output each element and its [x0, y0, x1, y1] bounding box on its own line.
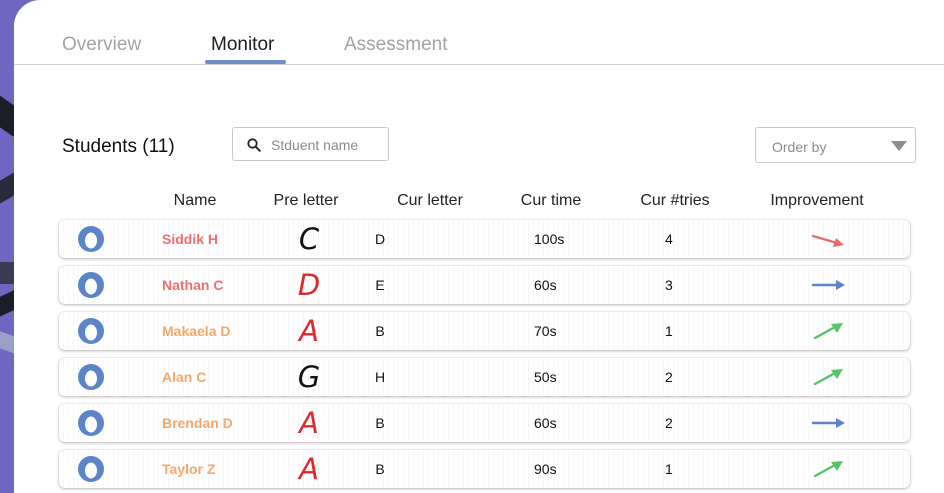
- active-tab-indicator: [205, 60, 286, 64]
- column-header-cur-letter: Cur letter: [397, 192, 463, 209]
- order-by-dropdown[interactable]: Order by: [755, 127, 916, 163]
- column-header-name: Name: [173, 192, 217, 209]
- student-name[interactable]: Alan C: [162, 358, 206, 396]
- student-name[interactable]: Nathan C: [162, 266, 223, 304]
- user-avatar-icon: [78, 364, 104, 390]
- student-row[interactable]: Taylor Z A B 90s 1: [59, 450, 910, 488]
- students-heading: Students (11): [62, 136, 175, 157]
- cur-time: 60s: [534, 415, 557, 431]
- trend-up-arrow-icon: [813, 369, 843, 386]
- user-avatar-icon: [78, 318, 104, 344]
- search-icon: [247, 138, 261, 152]
- column-header-pre-letter: Pre letter: [273, 192, 339, 209]
- order-by-label: Order by: [772, 139, 827, 155]
- tab-assessment[interactable]: Assessment: [344, 34, 447, 56]
- cur-time: 90s: [534, 461, 557, 477]
- cur-letter: B: [375, 323, 385, 339]
- trend-flat-arrow-icon: [811, 418, 845, 428]
- cur-time: 70s: [534, 323, 557, 339]
- cur-letter: H: [374, 369, 386, 385]
- user-avatar-icon: [78, 272, 104, 298]
- cur-tries: 1: [665, 323, 673, 339]
- cur-letter: B: [375, 461, 385, 477]
- pre-letter-handwriting: D: [297, 268, 321, 302]
- column-header-cur-time: Cur time: [520, 192, 582, 209]
- student-name[interactable]: Brendan D: [162, 404, 233, 442]
- cur-letter: E: [375, 277, 385, 293]
- tab-overview[interactable]: Overview: [62, 34, 141, 56]
- cur-letter: B: [375, 415, 385, 431]
- student-name[interactable]: Siddik H: [162, 220, 218, 258]
- cur-tries: 2: [665, 415, 673, 431]
- trend-down-arrow-icon: [811, 234, 844, 247]
- student-row[interactable]: Alan C G H 50s 2: [59, 358, 910, 396]
- student-row[interactable]: Nathan C D E 60s 3: [59, 266, 910, 304]
- trend-flat-arrow-icon: [811, 280, 845, 290]
- trend-up-arrow-icon: [813, 461, 843, 478]
- pre-letter-handwriting: A: [299, 452, 319, 486]
- student-name[interactable]: Taylor Z: [162, 450, 215, 488]
- student-name[interactable]: Makaela D: [162, 312, 230, 350]
- trend-up-arrow-icon: [813, 323, 843, 340]
- cur-letter: D: [374, 231, 386, 247]
- pre-letter-handwriting: A: [299, 314, 319, 348]
- column-header-cur-tries: Cur #tries: [640, 192, 710, 209]
- cur-tries: 4: [665, 231, 673, 247]
- column-header-improvement: Improvement: [770, 192, 864, 209]
- cur-tries: 2: [665, 369, 673, 385]
- cur-time: 100s: [534, 231, 565, 247]
- cur-time: 60s: [534, 277, 557, 293]
- cur-time: 50s: [534, 369, 557, 385]
- pre-letter-handwriting: G: [297, 360, 321, 394]
- user-avatar-icon: [78, 410, 104, 436]
- user-avatar-icon: [78, 456, 104, 482]
- cur-tries: 1: [665, 461, 673, 477]
- student-row[interactable]: Siddik H C D 100s 4: [59, 220, 910, 258]
- tab-monitor[interactable]: Monitor: [211, 34, 274, 56]
- app-window: Overview Monitor Assessment Students (11…: [14, 0, 944, 493]
- pre-letter-handwriting: A: [299, 406, 319, 440]
- student-row[interactable]: Makaela D A B 70s 1: [59, 312, 910, 350]
- cur-tries: 3: [665, 277, 673, 293]
- student-row[interactable]: Brendan D A B 60s 2: [59, 404, 910, 442]
- search-box[interactable]: [232, 127, 389, 161]
- student-search-input[interactable]: [271, 134, 383, 155]
- user-avatar-icon: [78, 226, 104, 252]
- pre-letter-handwriting: C: [298, 222, 320, 256]
- dropdown-caret-icon: [891, 141, 907, 151]
- tab-bar: Overview Monitor Assessment: [14, 0, 944, 65]
